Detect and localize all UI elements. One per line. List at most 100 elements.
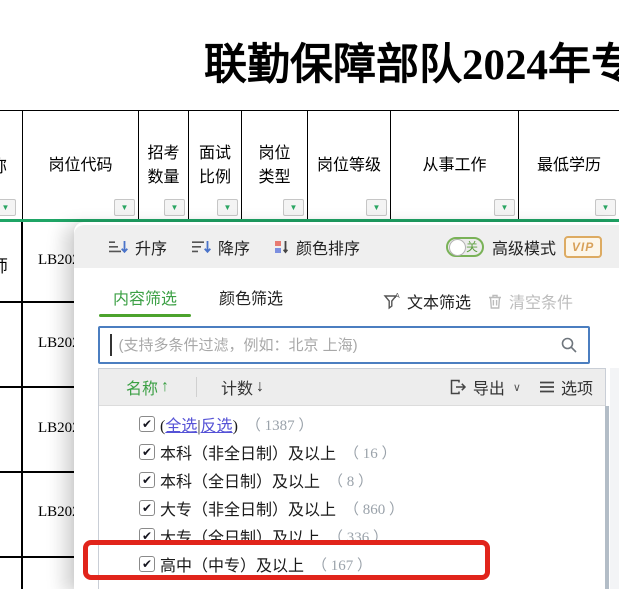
options-button[interactable]: 选项 <box>539 375 593 399</box>
item-count: （ 16 ） <box>344 442 397 463</box>
advanced-mode-toggle[interactable]: 关 <box>446 237 484 257</box>
filter-search-box[interactable] <box>98 326 590 364</box>
tab-color-filter[interactable]: 颜色筛选 <box>205 285 297 317</box>
filter-panel: 升序 降序 <box>74 222 619 589</box>
item-count: （ 8 ） <box>328 470 373 491</box>
list-item[interactable]: 本科（非全日制）及以上 （ 16 ） <box>99 438 605 466</box>
checkbox-checked-icon[interactable] <box>139 472 155 488</box>
text-cursor <box>110 334 112 356</box>
sort-ascending-label: 升序 <box>135 235 167 259</box>
table-gridline <box>0 386 80 388</box>
advanced-mode-label: 高级模式 <box>492 235 556 259</box>
header-cell-partial: 称 <box>0 111 23 220</box>
export-icon <box>450 379 467 395</box>
spreadsheet-screen: 联勤保障部队2024年专 称 岗位代码 招考数量 面试比例 岗位类型 岗位等级 … <box>0 0 619 589</box>
checkbox-checked-icon[interactable] <box>139 556 155 572</box>
checkbox-checked-icon[interactable] <box>139 416 155 432</box>
filter-tab-actions: A 文本筛选 清空条件 <box>383 289 573 313</box>
checkbox-checked-icon[interactable] <box>139 528 155 544</box>
sort-down-arrow-icon: ↓ <box>256 378 264 396</box>
search-icon <box>560 336 578 354</box>
item-label: 本科（非全日制）及以上 <box>160 440 336 464</box>
name-column-label: 名称 <box>126 375 158 399</box>
filter-dropdown-button[interactable] <box>0 199 16 216</box>
header-cell-job-code: 岗位代码 <box>23 111 139 220</box>
header-cell-job-type: 岗位类型 <box>242 111 308 220</box>
table-gridline <box>0 556 80 558</box>
trash-icon <box>487 293 503 310</box>
item-label: 大专（非全日制）及以上 <box>160 496 336 520</box>
header-label: 岗位代码 <box>48 154 112 177</box>
filter-dropdown-button[interactable] <box>164 199 185 216</box>
item-label: 大专（全日制）及以上 <box>160 524 320 548</box>
filter-dropdown-button[interactable] <box>114 199 135 216</box>
list-item-select-all[interactable]: (全选|反选) （ 1387 ） <box>99 410 605 438</box>
filter-dropdown-button[interactable] <box>494 199 515 216</box>
header-partial-text: 称 <box>0 155 7 180</box>
header-label: 最低学历 <box>537 154 601 177</box>
color-sort-icon <box>274 239 289 255</box>
select-all-link[interactable]: 全选 <box>165 418 197 435</box>
tab-content-filter[interactable]: 内容筛选 <box>99 285 191 317</box>
table-header-row: 称 岗位代码 招考数量 面试比例 岗位类型 岗位等级 从事工作 最低学历 <box>0 110 619 220</box>
filter-tabs: 内容筛选 颜色筛选 A 文本筛选 <box>74 285 619 317</box>
list-header-actions: 导出 ∨ 选项 <box>450 375 593 399</box>
list-item[interactable]: 大专（全日制）及以上 （ 336 ） <box>99 522 605 550</box>
header-cell-recruit-count: 招考数量 <box>139 111 189 220</box>
sort-by-count-button[interactable]: 计数 ↓ <box>221 375 264 399</box>
checkbox-checked-icon[interactable] <box>139 500 155 516</box>
clear-conditions-label: 清空条件 <box>509 289 573 313</box>
list-item[interactable]: 大专（非全日制）及以上 （ 860 ） <box>99 494 605 522</box>
filter-dropdown-button[interactable] <box>283 199 304 216</box>
sort-by-name-button[interactable]: 名称 ↑ <box>126 375 169 399</box>
item-count: （ 167 ） <box>312 554 372 575</box>
export-button[interactable]: 导出 ∨ <box>450 375 521 399</box>
filter-item-list: (全选|反选) （ 1387 ） 本科（非全日制）及以上 （ 16 ） 本科（全… <box>99 406 605 578</box>
count-column-label: 计数 <box>221 375 253 399</box>
sort-up-arrow-icon: ↑ <box>161 378 169 396</box>
panel-right-gutter <box>610 368 619 589</box>
list-item[interactable]: 本科（全日制）及以上 （ 8 ） <box>99 466 605 494</box>
filter-search-input[interactable] <box>117 336 561 355</box>
funnel-a-icon: A <box>383 292 401 310</box>
toggle-state-label: 关 <box>466 240 478 255</box>
filter-dropdown-button[interactable] <box>366 199 387 216</box>
sort-ascending-button[interactable]: 升序 <box>108 235 167 259</box>
clear-conditions-button[interactable]: 清空条件 <box>487 289 573 313</box>
text-filter-button[interactable]: A 文本筛选 <box>383 289 471 313</box>
invert-selection-link[interactable]: 反选 <box>201 418 233 435</box>
scrollbar-thumb[interactable] <box>605 406 609 589</box>
list-item-highlighted[interactable]: 高中（中专）及以上 （ 167 ） <box>99 550 605 578</box>
item-label: 本科（全日制）及以上 <box>160 468 320 492</box>
table-gridline <box>21 221 23 589</box>
filter-dropdown-button[interactable] <box>595 199 616 216</box>
header-cell-min-education: 最低学历 <box>519 111 619 220</box>
advanced-mode-group: 关 高级模式 VIP <box>446 235 602 259</box>
filter-value-list: 名称 ↑ 计数 ↓ 导出 ∨ <box>98 368 606 589</box>
vip-badge: VIP <box>564 236 602 258</box>
divider <box>196 377 197 397</box>
svg-text:A: A <box>395 293 400 300</box>
table-gridline <box>0 301 80 303</box>
checkbox-checked-icon[interactable] <box>139 444 155 460</box>
sort-descending-icon <box>191 239 211 255</box>
color-sort-label: 颜色排序 <box>296 235 360 259</box>
item-count: （ 336 ） <box>328 526 388 547</box>
sort-ascending-icon <box>108 239 128 255</box>
sheet-title: 联勤保障部队2024年专 <box>204 30 619 92</box>
item-count: （ 1387 ） <box>246 414 314 435</box>
sort-descending-label: 降序 <box>218 235 250 259</box>
sort-descending-button[interactable]: 降序 <box>191 235 250 259</box>
header-label: 岗位类型 <box>258 142 292 188</box>
table-gridline <box>0 471 80 473</box>
options-label: 选项 <box>561 375 593 399</box>
header-label: 从事工作 <box>422 154 486 177</box>
filter-toolbar: 升序 降序 <box>74 225 619 268</box>
chevron-down-icon: ∨ <box>513 381 521 394</box>
filter-dropdown-button[interactable] <box>217 199 238 216</box>
item-label: (全选|反选) <box>160 412 238 436</box>
color-sort-button[interactable]: 颜色排序 <box>274 235 360 259</box>
header-cell-job-grade: 岗位等级 <box>308 111 391 220</box>
text-filter-label: 文本筛选 <box>407 289 471 313</box>
item-label: 高中（中专）及以上 <box>160 552 304 576</box>
